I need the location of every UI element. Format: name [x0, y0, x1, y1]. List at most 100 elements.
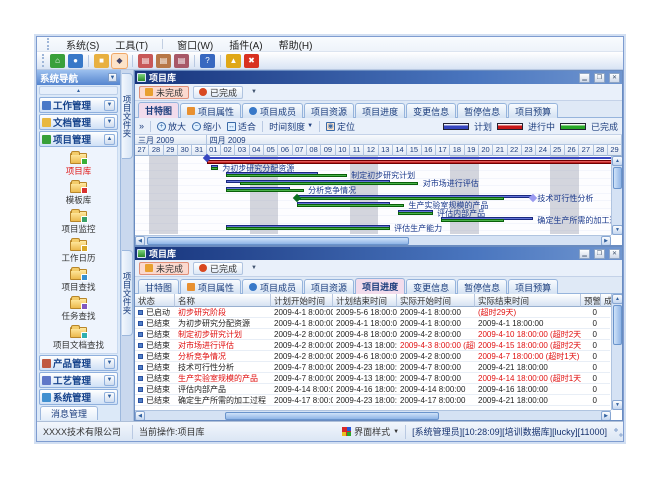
- chevron-icon[interactable]: ▼: [104, 375, 115, 386]
- table-horizontal-scrollbar[interactable]: ◀ ▶: [135, 410, 611, 420]
- report-icon[interactable]: ▤: [138, 54, 153, 68]
- table-row[interactable]: 已结束评估内部产品2009-4-14 8:00:002009-4-16 18:0…: [135, 384, 610, 395]
- filter-finished-button[interactable]: 已完成: [193, 262, 243, 275]
- filter-unfinished-button[interactable]: 未完成: [139, 86, 189, 99]
- locate-button[interactable]: ◉定位: [326, 120, 355, 133]
- sidebar-item-任务查找[interactable]: 任务查找: [40, 295, 117, 324]
- scroll-down-arrow[interactable]: ▼: [612, 225, 622, 235]
- table-row[interactable]: 已结束生产实验室规模的产品2009-4-7 8:00:002009-4-13 1…: [135, 373, 610, 384]
- gantt-horizontal-scrollbar[interactable]: ◀ ▶: [135, 235, 611, 245]
- tab-项目进度[interactable]: 项目进度: [355, 278, 405, 294]
- table-row[interactable]: 已结束制定初步研究计划2009-4-2 8:00:002009-4-8 18:0…: [135, 329, 610, 340]
- sidebar-group-5[interactable]: 系统管理▼: [39, 389, 118, 405]
- scroll-right-arrow[interactable]: ▶: [601, 411, 611, 421]
- restore-button[interactable]: ❐: [594, 249, 605, 259]
- nav-collapse-button[interactable]: ▲: [39, 86, 118, 95]
- tab-项目预算[interactable]: 项目预算: [508, 103, 558, 118]
- menubar-grip[interactable]: [47, 38, 50, 49]
- scroll-down-arrow[interactable]: ▼: [612, 400, 622, 410]
- sidebar-group-1[interactable]: 文档管理▼: [39, 114, 118, 130]
- minimize-button[interactable]: ▁: [579, 73, 590, 83]
- column-header-计划结束时间[interactable]: 计划结束时间: [333, 294, 397, 307]
- scroll-thumb[interactable]: [147, 237, 409, 245]
- resize-grip[interactable]: [609, 427, 623, 441]
- sidebar-tab-messages[interactable]: 消息管理: [40, 406, 98, 420]
- menu-item-2[interactable]: 窗口(W): [175, 37, 215, 52]
- table-row[interactable]: 已结束确定生产所需的加工过程2009-4-17 8:00:002009-4-23…: [135, 395, 610, 406]
- tab-甘特图[interactable]: 甘特图: [138, 102, 179, 118]
- close-button[interactable]: ✕: [609, 73, 620, 83]
- column-header-实际结束时间[interactable]: 实际结束时间: [475, 294, 581, 307]
- scroll-left-arrow[interactable]: ◀: [135, 411, 145, 421]
- fit-button[interactable]: ↔适合: [227, 120, 256, 133]
- sidebar-item-项目库[interactable]: 项目库: [40, 150, 117, 179]
- column-header-状态[interactable]: 状态: [135, 294, 175, 307]
- column-header-预警[interactable]: 预警: [581, 294, 601, 307]
- gantt-task-分析竞争情况[interactable]: [226, 187, 290, 192]
- zoom-in-button[interactable]: +放大: [157, 120, 186, 133]
- menu-item-0[interactable]: 系统(S): [64, 37, 101, 52]
- tab-项目资源[interactable]: 项目资源: [304, 279, 354, 294]
- sidebar-item-项目文档查找[interactable]: 项目文档查找: [40, 324, 117, 353]
- help-icon[interactable]: ?: [200, 54, 215, 68]
- sidebar-group-3[interactable]: 产品管理▼: [39, 355, 118, 371]
- toolbar-overflow-chevron[interactable]: »: [139, 121, 144, 131]
- chevron-icon[interactable]: ▼: [104, 392, 115, 403]
- gantt-task-制定初步研究计划[interactable]: [226, 172, 319, 177]
- sidebar-group-2[interactable]: 项目管理▲: [39, 131, 118, 147]
- sidebar-group-4[interactable]: 工艺管理▼: [39, 372, 118, 388]
- sidebar-item-项目查找[interactable]: 项目查找: [40, 266, 117, 295]
- tab-项目预算[interactable]: 项目预算: [508, 279, 558, 294]
- gantt-vertical-scrollbar[interactable]: ▲ ▼: [611, 156, 622, 235]
- scroll-up-arrow[interactable]: ▲: [612, 156, 622, 166]
- zoom-out-button[interactable]: −缩小: [192, 120, 221, 133]
- tab-项目属性[interactable]: 项目属性: [180, 279, 241, 294]
- exit-icon[interactable]: ✖: [244, 54, 259, 68]
- table-row[interactable]: 已启动初步研究阶段2009-4-1 8:00:002009-5-6 18:00:…: [135, 307, 610, 318]
- export-icon[interactable]: ▤: [174, 54, 189, 68]
- chevron-icon[interactable]: ▼: [104, 358, 115, 369]
- sidebar-group-0[interactable]: 工作管理▼: [39, 97, 118, 113]
- gantt-task-评估生产能力[interactable]: [226, 225, 390, 230]
- gantt-task-生产实验室规模的产品[interactable]: [297, 202, 390, 207]
- lock-icon[interactable]: ▲: [226, 54, 241, 68]
- scroll-thumb[interactable]: [225, 412, 439, 420]
- gantt-task-技术可行性分析[interactable]: [297, 195, 533, 200]
- tab-暂停信息[interactable]: 暂停信息: [457, 103, 507, 118]
- chevron-icon[interactable]: ▲: [104, 134, 115, 145]
- filter-unfinished-button[interactable]: 未完成: [139, 262, 189, 275]
- folder-strip-tab-bottom[interactable]: 项目文件夹: [122, 250, 133, 336]
- filter-finished-button[interactable]: 已完成: [193, 86, 243, 99]
- tab-甘特图[interactable]: 甘特图: [138, 279, 179, 294]
- pin-icon[interactable]: ▼: [108, 73, 117, 82]
- scroll-thumb[interactable]: [613, 167, 622, 189]
- scroll-up-arrow[interactable]: ▲: [612, 294, 622, 304]
- table-row[interactable]: 已结束分析竞争情况2009-4-2 8:00:002009-4-6 18:00:…: [135, 351, 610, 362]
- sidebar-item-模板库[interactable]: 模板库: [40, 179, 117, 208]
- close-button[interactable]: ✕: [609, 249, 620, 259]
- scroll-thumb[interactable]: [613, 305, 622, 345]
- filter-overflow-chevron[interactable]: ▼: [251, 265, 257, 271]
- menu-item-3[interactable]: 插件(A): [227, 37, 264, 52]
- table-vertical-scrollbar[interactable]: ▲ ▼: [611, 294, 622, 410]
- tab-项目成员[interactable]: 项目成员: [242, 279, 303, 294]
- ui-style-dropdown[interactable]: 界面样式 ▼: [336, 425, 406, 439]
- toolbar-grip[interactable]: [42, 54, 45, 68]
- open-folder-icon[interactable]: ■: [94, 54, 109, 68]
- tab-项目资源[interactable]: 项目资源: [304, 103, 354, 118]
- tab-项目属性[interactable]: 项目属性: [180, 103, 241, 118]
- tab-变更信息[interactable]: 变更信息: [406, 103, 456, 118]
- gantt-task-对市场进行评估[interactable]: [226, 180, 390, 185]
- scroll-left-arrow[interactable]: ◀: [135, 236, 145, 246]
- gantt-task-确定生产所需的加工过程[interactable]: [441, 217, 534, 222]
- column-header-计划开始时间[interactable]: 计划开始时间: [271, 294, 333, 307]
- tab-暂停信息[interactable]: 暂停信息: [457, 279, 507, 294]
- import-icon[interactable]: ▤: [156, 54, 171, 68]
- minimize-button[interactable]: ▁: [579, 249, 590, 259]
- chevron-icon[interactable]: ▼: [104, 100, 115, 111]
- globe-icon[interactable]: ●: [68, 54, 83, 68]
- menu-item-4[interactable]: 帮助(H): [277, 37, 315, 52]
- table-row[interactable]: 已结束技术可行性分析2009-4-7 8:00:002009-4-23 18:0…: [135, 362, 610, 373]
- tab-项目成员[interactable]: 项目成员: [242, 103, 303, 118]
- save-icon[interactable]: ◆: [112, 54, 127, 68]
